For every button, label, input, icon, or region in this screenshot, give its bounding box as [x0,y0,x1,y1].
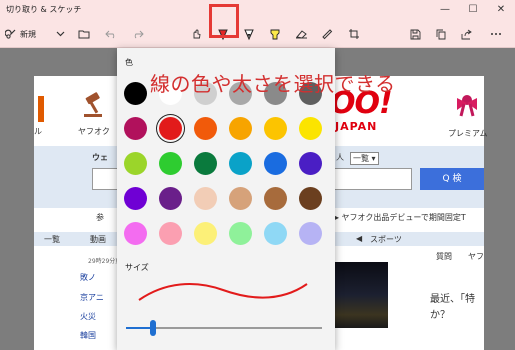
color-swatch[interactable] [159,222,182,245]
new-button[interactable]: 新規 [5,24,36,44]
save-button[interactable] [408,24,422,44]
color-swatch[interactable] [124,82,147,105]
annotation-text: 線の色や太さを選択できる [150,72,396,96]
color-swatch[interactable] [194,117,217,140]
size-section-label: サイズ [125,263,149,272]
news-item-1[interactable]: 敗ノ [80,272,96,283]
color-swatch[interactable] [229,187,252,210]
ruler-icon [322,29,333,40]
color-swatch[interactable] [159,187,182,210]
color-swatch[interactable] [299,222,322,245]
redo-button[interactable] [131,24,145,44]
size-slider-thumb[interactable] [150,320,157,336]
question-tab[interactable]: 質問 [436,251,452,262]
snip-icon [5,29,16,39]
color-swatch[interactable] [124,222,147,245]
question-text-1[interactable]: 最近、「特 [430,290,475,305]
highlighter-button[interactable] [268,24,282,44]
folder-icon [78,30,90,39]
pencil-icon [244,29,254,40]
chevron-down-icon [56,31,64,37]
color-swatch[interactable] [264,222,287,245]
pen-highlight-box [209,4,239,38]
size-slider-fill [126,327,154,329]
stroke-preview [138,283,308,301]
undo-button[interactable] [104,24,118,44]
news-item-3[interactable]: 火災 [80,311,96,322]
color-swatch[interactable] [229,222,252,245]
highlighter-icon [270,29,280,39]
color-swatch[interactable] [229,152,252,175]
color-swatch[interactable] [194,222,217,245]
color-swatch[interactable] [159,117,182,140]
web-label: ウェ [92,153,108,162]
open-file-button[interactable] [76,24,92,44]
maximize-button[interactable]: ☐ [459,0,487,20]
color-swatch[interactable] [159,152,182,175]
color-swatch[interactable] [229,117,252,140]
copy-button[interactable] [434,24,448,44]
title-bar: 切り取り & スケッチ — ☐ ✕ [0,0,515,20]
news-item-4[interactable]: 韓国 [80,330,96,341]
crop-button[interactable] [347,24,361,44]
yafu-tab[interactable]: ヤフ [468,251,484,262]
color-section-label: 色 [125,58,133,67]
more-icon [491,33,501,35]
web-search-button[interactable]: Q 検 [420,168,484,190]
copy-icon [436,29,445,39]
tab-ichiran[interactable]: 一覧 [44,234,60,245]
share-button[interactable] [460,24,474,44]
eraser-icon [295,30,307,39]
color-swatch[interactable] [264,187,287,210]
more-button[interactable] [489,24,503,44]
question-text-2[interactable]: か？ [430,306,450,321]
pencil-button[interactable] [242,24,256,44]
touch-writing-button[interactable] [190,24,204,44]
crop-icon [349,29,359,39]
yafuoku-label: ヤフオク [78,127,110,136]
premium-label: プレミアム [448,129,488,138]
close-button[interactable]: ✕ [487,0,515,20]
eraser-button[interactable] [294,24,308,44]
color-swatch[interactable] [299,117,322,140]
tab-arrow[interactable]: ◀ [356,234,362,243]
new-button-label: 新規 [20,29,36,39]
auction-gavel-icon [84,92,102,117]
tip-left: 参 [96,213,104,222]
window-title: 切り取り & スケッチ [6,5,82,14]
redo-icon [134,30,144,39]
color-swatch[interactable] [299,187,322,210]
undo-icon [105,30,115,39]
touch-writing-icon [193,29,201,39]
tip-right-link[interactable]: ▸ ヤフオク出品デビューで期間固定T [335,212,466,223]
snip-sketch-app: 切り取り & スケッチ — ☐ ✕ 新規 ル ヤフオク OO! JAPAN プレ… [0,0,515,350]
color-swatch[interactable] [299,152,322,175]
news-item-2[interactable]: 京アニ [80,292,104,303]
color-swatch[interactable] [194,187,217,210]
premium-ribbon-icon [457,95,477,117]
japan-label: JAPAN [335,120,378,133]
left-nav-icon [38,96,44,122]
left-nav-label: ル [34,127,42,136]
person-label: 人 [336,153,344,162]
color-swatch[interactable] [124,187,147,210]
tab-sports[interactable]: スポーツ [370,234,402,245]
save-icon [410,29,420,39]
toolbar: 新規 [0,20,515,48]
minimize-button[interactable]: — [431,0,459,20]
ruler-button[interactable] [320,24,334,44]
list-dropdown[interactable]: 一覧 ▾ [350,152,379,165]
new-dropdown-button[interactable] [54,24,66,44]
color-swatch[interactable] [264,117,287,140]
color-swatch[interactable] [194,152,217,175]
color-swatch[interactable] [124,152,147,175]
color-swatch[interactable] [264,152,287,175]
tab-douga[interactable]: 動画 [90,234,106,245]
color-swatch[interactable] [124,117,147,140]
share-icon [461,29,472,39]
